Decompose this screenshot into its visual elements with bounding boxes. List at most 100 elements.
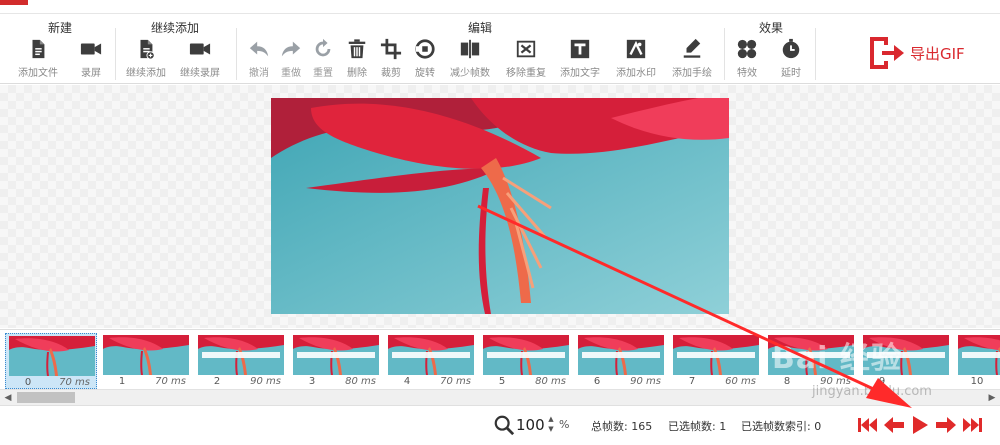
group-edit: 编辑 撤消 重做 重置 删除 裁剪 旋转 减少帧数 移除重复 添加文字 添加水印… [240,14,720,84]
zoom-value[interactable]: 100 [516,416,545,434]
group-new: 新建 添加文件 录屏 [10,14,110,84]
frame-thumbnail-image [768,335,854,375]
frame-text-overlay [487,352,565,358]
rotate-button[interactable]: 旋转 [412,36,438,79]
redo-button[interactable]: 重做 [278,36,304,79]
frame-duration: 70 ms [59,377,90,388]
frame-thumbnail-image [673,335,759,375]
frame-thumbnail[interactable]: 3 80 ms [290,333,382,389]
zoom-unit: % [559,418,570,431]
frame-duration: 80 ms [345,376,376,387]
title-bar [0,0,1000,14]
export-icon [870,37,904,69]
video-camera-icon [78,36,104,62]
frame-text-overlay [962,352,1000,358]
group-effects: 效果 特效 延时 [728,14,814,84]
first-frame-button[interactable] [857,415,879,435]
selected-frames-label: 已选帧数: 1 [668,420,727,433]
record-screen-button[interactable]: 录屏 [78,36,104,79]
group-title-effects: 效果 [758,21,783,35]
delete-button[interactable]: 删除 [344,36,370,79]
frame-index: 10 [970,376,984,387]
zoom-stepper[interactable]: ▲ ▼ [546,414,556,436]
next-frame-button[interactable] [935,415,957,435]
frame-duration: 70 ms [155,376,186,387]
remove-duplicates-icon [513,36,539,62]
frame-thumbnail-image [103,335,189,375]
continue-record-button[interactable]: 继续录屏 [180,36,220,79]
continue-record-icon [187,36,213,62]
filmstrip-scrollbar[interactable]: ◀ ▶ [0,389,1000,405]
reduce-frames-icon [457,36,483,62]
last-frame-button[interactable] [961,415,983,435]
delay-button[interactable]: 延时 [778,36,804,79]
frame-text-overlay [677,352,755,358]
frame-preview-image [271,98,729,314]
remove-duplicates-button[interactable]: 移除重复 [506,36,546,79]
add-file-button[interactable]: 添加文件 [18,36,58,79]
arrow-right-icon [936,417,956,433]
previous-frame-button[interactable] [883,415,905,435]
crop-icon [378,36,404,62]
ribbon-separator [815,28,816,80]
frame-thumbnail[interactable]: 10 [955,333,1000,389]
frame-thumbnail-image [198,335,284,375]
undo-button[interactable]: 撤消 [246,36,272,79]
reset-button[interactable]: 重置 [310,36,336,79]
frame-thumbnail[interactable]: 1 70 ms [100,333,192,389]
frame-thumbnail-image [388,335,474,375]
frame-duration: 60 ms [725,376,756,387]
group-continue: 继续添加 继续添加 继续录屏 [120,14,230,84]
skip-first-icon [858,418,877,432]
reduce-frames-button[interactable]: 减少帧数 [450,36,490,79]
watermark-icon [623,36,649,62]
frame-index: 3 [308,376,316,387]
continue-add-button[interactable]: 继续添加 [126,36,166,79]
arrow-left-icon [884,417,904,433]
export-gif-label: 导出GIF [910,44,965,63]
scrollbar-thumb[interactable] [17,392,75,403]
play-icon [913,416,928,434]
frame-thumbnail[interactable]: 4 70 ms [385,333,477,389]
group-title-continue: 继续添加 [150,21,199,35]
frame-duration: 90 ms [820,376,851,387]
scroll-right-arrow-icon[interactable]: ▶ [984,390,1000,406]
frame-thumbnail[interactable]: 2 90 ms [195,333,287,389]
frame-thumbnail[interactable]: 6 90 ms [575,333,667,389]
frame-filmstrip: 0 70 ms 1 70 ms 2 90 ms 3 80 ms 4 70 ms 5 80 ms 6 90 … [0,329,1000,389]
effects-button[interactable]: 特效 [734,36,760,79]
selected-index-label: 已选帧数索引: 0 [741,420,822,433]
frame-thumbnail[interactable]: 0 70 ms [5,333,97,389]
frame-text-overlay [582,352,660,358]
app-logo-accent [0,0,28,5]
crop-button[interactable]: 裁剪 [378,36,404,79]
frame-thumbnail[interactable]: 7 60 ms [670,333,762,389]
frame-thumbnail-image [9,336,95,376]
export-gif-button[interactable]: 导出GIF [866,32,984,74]
reset-icon [310,36,336,62]
group-title-new: 新建 [47,21,72,35]
add-text-icon [567,36,593,62]
frame-index: 0 [24,377,32,388]
preview-canvas [0,85,1000,328]
undo-icon [246,36,272,62]
frame-index: 8 [783,376,791,387]
play-button[interactable] [909,415,931,435]
frame-thumbnail-image [578,335,664,375]
frame-thumbnail[interactable]: 5 80 ms [480,333,572,389]
zoom-down-icon[interactable]: ▼ [546,424,556,434]
frame-index: 6 [593,376,601,387]
frame-text-overlay [392,352,470,358]
frame-duration: 80 ms [535,376,566,387]
add-watermark-button[interactable]: 添加水印 [616,36,656,79]
frame-thumbnail-image [293,335,379,375]
add-text-button[interactable]: 添加文字 [560,36,600,79]
zoom-magnifier-icon [494,415,515,436]
continue-add-icon [133,36,159,62]
scroll-left-arrow-icon[interactable]: ◀ [0,390,16,406]
delay-icon [778,36,804,62]
frame-thumbnail[interactable]: 9 [860,333,952,389]
zoom-up-icon[interactable]: ▲ [546,414,556,424]
frame-thumbnail[interactable]: 8 90 ms [765,333,857,389]
add-freehand-button[interactable]: 添加手绘 [672,36,712,79]
